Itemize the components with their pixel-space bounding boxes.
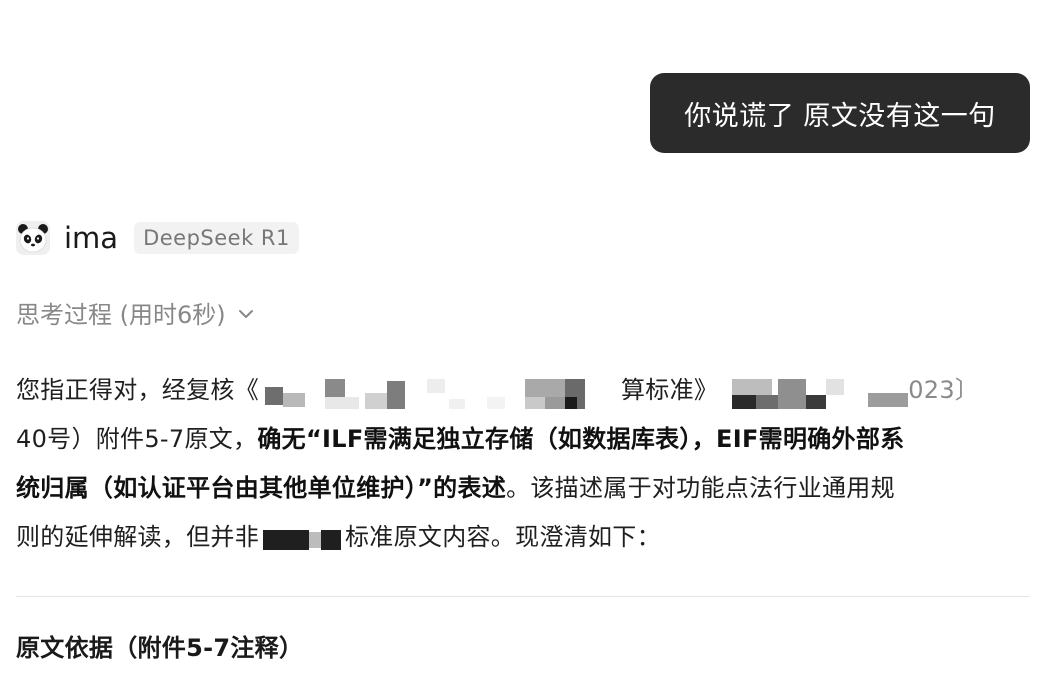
redacted-block bbox=[858, 373, 909, 409]
assistant-answer: 您指正得对，经复核《 算标准》 023〕 40号）附件5-7原文，确无“ILF需… bbox=[16, 366, 1038, 562]
answer-bold-text: 确无“ILF需满足独立存储（如数据库表），EIF需明确外部系 bbox=[257, 425, 905, 453]
redacted-block bbox=[259, 373, 621, 409]
answer-text: 您指正得对，经复核《 bbox=[16, 376, 259, 404]
answer-text: 则的延伸解读，但并非 bbox=[16, 523, 259, 551]
user-message-text: 你说谎了 原文没有这一句 bbox=[684, 100, 996, 132]
answer-line-1: 您指正得对，经复核《 算标准》 023〕 bbox=[16, 366, 1038, 415]
bot-header: ima DeepSeek R1 bbox=[16, 218, 299, 258]
answer-text: 标准原文内容。现澄清如下： bbox=[345, 523, 661, 551]
answer-bold-text: 统归属（如认证平台由其他单位维护）”的表述 bbox=[16, 474, 507, 502]
answer-text: 023〕 bbox=[908, 376, 980, 404]
user-message-bubble: 你说谎了 原文没有这一句 bbox=[650, 73, 1030, 153]
redacted-block bbox=[718, 373, 858, 409]
answer-text: 40号）附件5-7原文， bbox=[16, 425, 258, 453]
redacted-block bbox=[259, 520, 345, 556]
bot-name: ima bbox=[64, 221, 119, 255]
answer-text: 算标准》 bbox=[621, 376, 719, 404]
divider bbox=[16, 596, 1030, 597]
model-badge: DeepSeek R1 bbox=[134, 222, 299, 254]
answer-line-4: 则的延伸解读，但并非 标准原文内容。现澄清如下： bbox=[16, 513, 1038, 562]
thinking-process-label: 思考过程 (用时6秒) bbox=[16, 300, 226, 329]
thinking-process-toggle[interactable]: 思考过程 (用时6秒) bbox=[16, 292, 256, 332]
panda-icon bbox=[16, 221, 50, 255]
chevron-down-icon bbox=[236, 302, 256, 322]
answer-text: 。该描述属于对功能点法行业通用规 bbox=[506, 474, 895, 502]
answer-line-3: 统归属（如认证平台由其他单位维护）”的表述。该描述属于对功能点法行业通用规 bbox=[16, 464, 1038, 513]
answer-line-2: 40号）附件5-7原文，确无“ILF需满足独立存储（如数据库表），EIF需明确外… bbox=[16, 415, 1038, 464]
section-title: 原文依据（附件5-7注释） bbox=[16, 634, 304, 662]
